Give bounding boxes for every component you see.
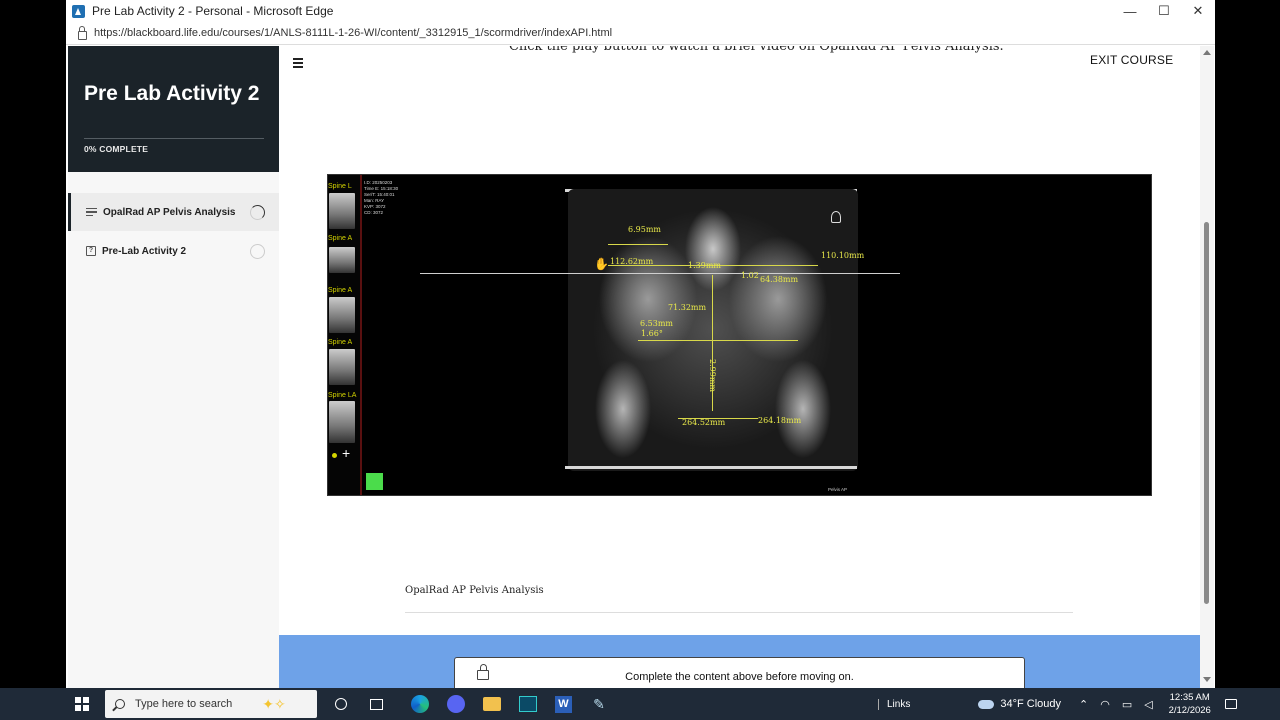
hand-cursor-icon: ✋	[594, 257, 609, 271]
measurement-label: 264.52mm	[682, 418, 726, 427]
series-thumbnail[interactable]	[329, 349, 355, 385]
progress-bar	[84, 138, 264, 139]
lesson-content: Click the play button to watch a brief v…	[279, 46, 1200, 688]
windows-taskbar: Type here to search ✦✧ W ✎ Links 34°F Cl…	[0, 688, 1280, 720]
discord-app-icon[interactable]	[447, 695, 465, 713]
progress-label: 0% COMPLETE	[84, 144, 149, 154]
measurement-label: 6.95mm	[628, 225, 661, 234]
not-started-icon	[250, 243, 265, 259]
measurement-label: 64.38mm	[760, 275, 799, 284]
crosshair-icon: +	[342, 445, 351, 461]
minimize-button[interactable]: —	[1113, 0, 1147, 22]
browser-title-bar: Pre Lab Activity 2 - Personal - Microsof…	[66, 0, 1215, 22]
caption-divider	[405, 612, 1073, 613]
pelvis-xray-image	[568, 189, 858, 471]
lesson-footer: Complete the content above before moving…	[279, 635, 1200, 688]
url-text[interactable]: https://blackboard.life.edu/courses/1/AN…	[94, 27, 612, 39]
lead-marker-icon	[831, 211, 841, 223]
screen: Pre Lab Activity 2 - Personal - Microsof…	[0, 0, 1280, 720]
window-title: Pre Lab Activity 2 - Personal - Microsof…	[92, 4, 334, 18]
system-clock[interactable]: 12:35 AM 2/12/2026	[1167, 691, 1213, 717]
weather-text[interactable]: 34°F Cloudy	[1000, 698, 1061, 710]
sidebar-item-pre-lab-activity[interactable]: ? Pre-Lab Activity 2	[68, 232, 279, 270]
desktop-left-edge	[0, 0, 66, 688]
measurement-label: 110.10mm	[821, 251, 865, 260]
scroll-up-arrow-icon[interactable]	[1203, 50, 1211, 55]
thumb-label: Spine A	[328, 339, 353, 346]
measure-line	[638, 340, 798, 341]
cloud-weather-icon[interactable]	[978, 699, 995, 709]
sparkle-icon: ✦✧	[262, 695, 286, 712]
measurement-label: 6.53mm	[640, 319, 673, 328]
scroll-down-arrow-icon[interactable]	[1203, 677, 1211, 682]
chevron-up-icon[interactable]: ⌃	[1079, 698, 1088, 711]
green-marker	[366, 473, 383, 490]
word-app-icon[interactable]: W	[555, 695, 572, 713]
thumb-label: Spine A	[328, 235, 353, 242]
sidebar-item-opalrad-pelvis[interactable]: OpalRad AP Pelvis Analysis	[68, 193, 279, 231]
measurement-label: 1.39mm	[688, 261, 721, 270]
series-thumbnail[interactable]	[329, 401, 355, 443]
series-thumbnail[interactable]	[329, 297, 355, 333]
series-thumbnail[interactable]	[329, 247, 355, 273]
maximize-button[interactable]: ☐	[1147, 0, 1181, 22]
video-instructions: Click the play button to watch a brief v…	[509, 46, 1004, 54]
sidebar-item-label: OpalRad AP Pelvis Analysis	[103, 206, 236, 218]
menu-icon[interactable]	[293, 58, 303, 70]
cortana-icon[interactable]	[335, 698, 347, 710]
series-thumbnail[interactable]	[329, 193, 355, 229]
locked-notice-text: Complete the content above before moving…	[625, 671, 854, 683]
locked-continue-notice: Complete the content above before moving…	[454, 657, 1025, 688]
measurement-label: 1.02	[741, 271, 759, 280]
thumb-label: Spine L	[328, 183, 352, 190]
quiz-icon: ?	[86, 246, 96, 256]
in-progress-icon	[250, 204, 265, 220]
sidebar-header: Pre Lab Activity 2 0% COMPLETE	[68, 46, 279, 172]
measurement-label: 112.62mm	[610, 257, 654, 266]
video-player[interactable]: Spine L Spine A Spine A Spine A Spine LA…	[327, 174, 1152, 496]
pen-app-icon[interactable]: ✎	[590, 695, 608, 713]
course-title: Pre Lab Activity 2	[84, 82, 260, 105]
measurement-label: 1.66°	[641, 329, 663, 338]
blackboard-app-icon	[72, 4, 85, 18]
lock-icon	[78, 25, 87, 40]
taskbar-search-box[interactable]: Type here to search ✦✧	[105, 690, 317, 718]
edge-app-icon[interactable]	[411, 695, 429, 713]
search-placeholder: Type here to search	[135, 698, 233, 710]
series-thumbnail-strip: Spine L Spine A Spine A Spine A Spine LA…	[328, 175, 362, 495]
close-button[interactable]: ✕	[1181, 0, 1215, 22]
clock-date: 2/12/2026	[1168, 705, 1211, 716]
measurement-label: 264.18mm	[758, 416, 802, 425]
terminal-app-icon[interactable]	[519, 696, 537, 712]
links-toolbar[interactable]: Links	[878, 698, 910, 710]
volume-icon[interactable]: ◁	[1144, 698, 1152, 711]
thumb-label: Spine LA	[328, 392, 357, 399]
search-icon	[115, 699, 125, 709]
scroll-thumb[interactable]	[1204, 222, 1209, 604]
page-scrollbar[interactable]	[1200, 46, 1214, 688]
file-explorer-icon[interactable]	[483, 697, 501, 711]
status-dot	[332, 453, 337, 458]
course-sidebar: Pre Lab Activity 2 0% COMPLETE OpalRad A…	[68, 46, 279, 688]
exit-course-button[interactable]: EXIT COURSE	[1090, 53, 1200, 67]
clock-time: 12:35 AM	[1169, 692, 1210, 703]
battery-icon[interactable]: ▭	[1122, 698, 1132, 711]
measurement-label: 2.99mm	[707, 359, 717, 392]
address-bar[interactable]: https://blackboard.life.edu/courses/1/AN…	[66, 22, 1215, 45]
task-view-icon[interactable]	[370, 698, 383, 710]
lesson-lines-icon	[86, 207, 97, 217]
thumb-label: Spine A	[328, 287, 353, 294]
series-tag: Pelvis AP	[828, 487, 848, 492]
horizontal-measure-line	[420, 273, 900, 274]
video-caption: OpalRad AP Pelvis Analysis	[405, 585, 544, 596]
measurement-label: 71.32mm	[668, 303, 707, 312]
dicom-info: I.D: 20250203 Time E: 15:18:30 Ser/T: 15…	[364, 180, 399, 215]
desktop-right-edge	[1215, 0, 1280, 688]
sidebar-item-label: Pre-Lab Activity 2	[102, 245, 187, 257]
xray-bottom-edge	[565, 466, 857, 469]
notifications-icon[interactable]	[1224, 699, 1237, 709]
wifi-icon[interactable]: ◠	[1100, 698, 1110, 711]
measure-line	[608, 244, 668, 245]
windows-start-icon[interactable]	[75, 697, 89, 711]
